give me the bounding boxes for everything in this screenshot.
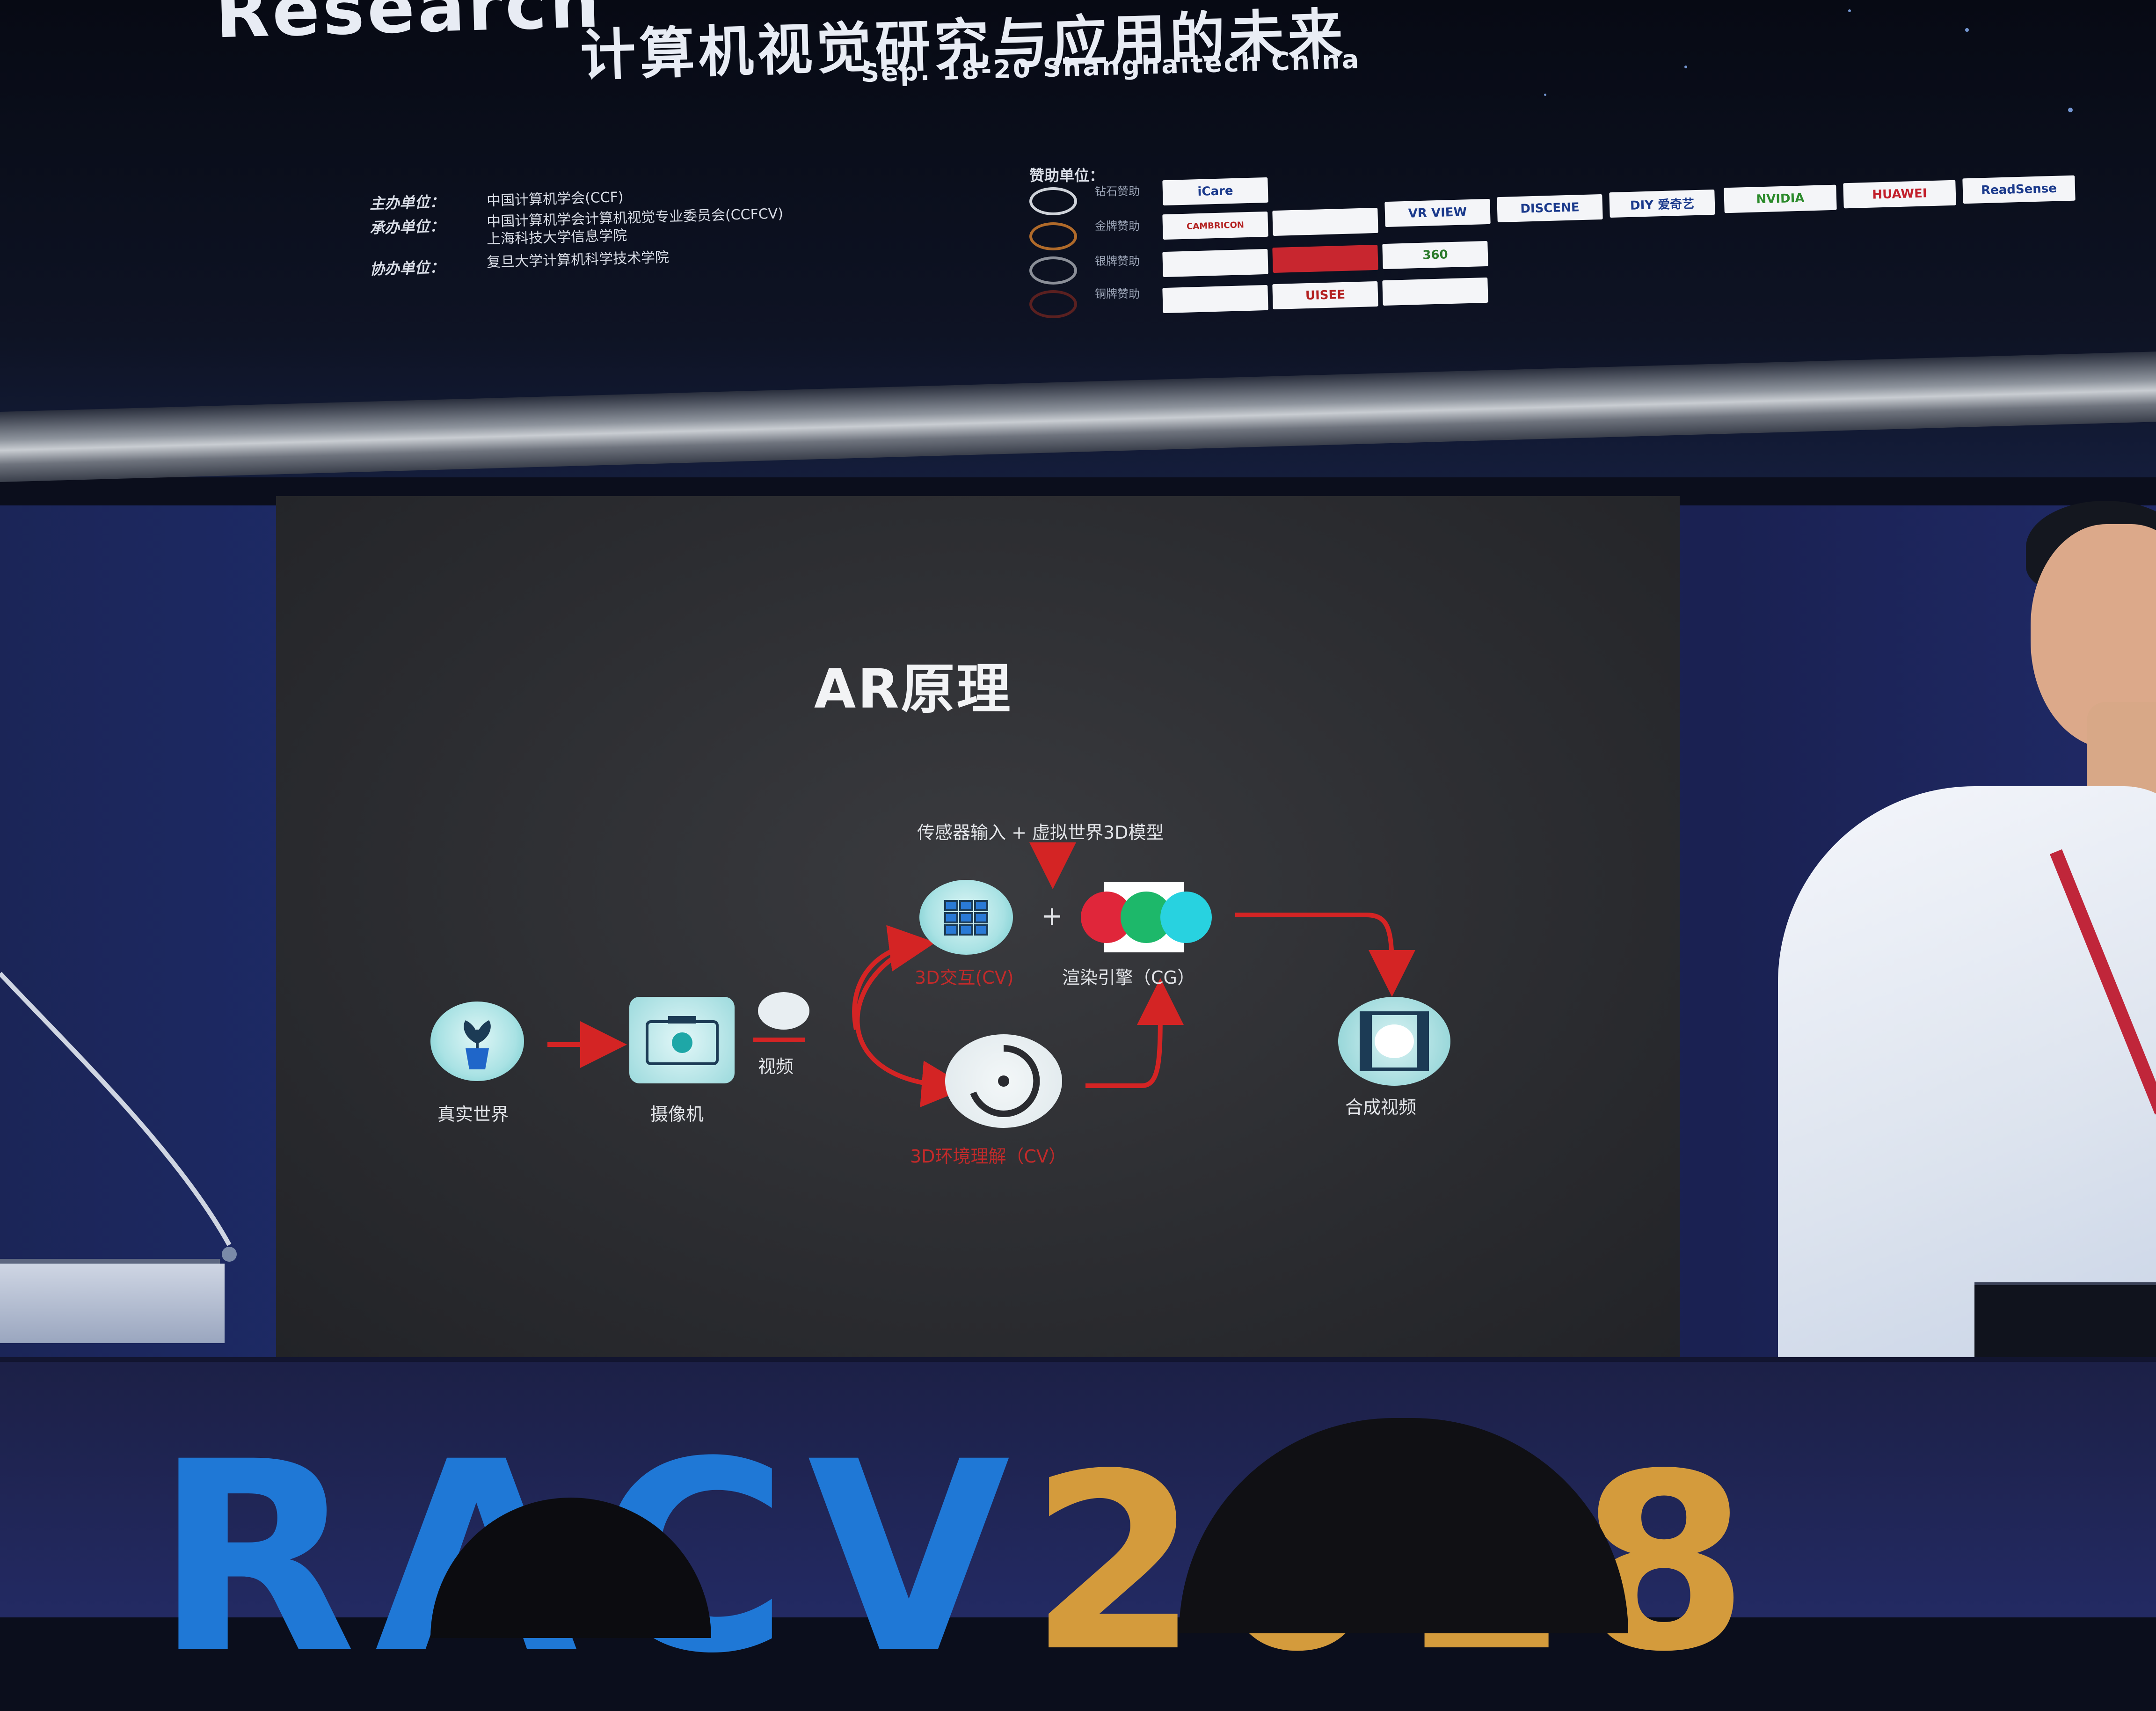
bottom-banner-edge (0, 1357, 2156, 1362)
render-engine-label: 渲染引擎（CG） (1062, 967, 1195, 988)
arrow-render-to-composite (1235, 913, 1415, 997)
film-composite-icon (1338, 997, 1450, 1086)
real-world-label: 真实世界 (437, 1104, 509, 1125)
grid-interaction-icon (919, 880, 1013, 955)
camera-label: 摄像机 (650, 1104, 704, 1125)
render-engine-icon (1076, 880, 1216, 955)
microphone-stand (0, 972, 237, 1262)
plant-icon (430, 1002, 524, 1081)
sensor-input-label: 传感器输入 + 虚拟世界3D模型 (917, 822, 1164, 843)
arrow-environment-to-render (1085, 978, 1184, 1088)
plus-sign: + (1041, 901, 1063, 931)
interaction-label: 3D交互(CV) (915, 967, 1014, 988)
composite-video-label: 合成视频 (1345, 1097, 1417, 1118)
disc-environment-icon (945, 1034, 1062, 1128)
arrow-split-interaction (852, 925, 936, 1030)
camera-icon (629, 997, 735, 1083)
video-icon (758, 992, 809, 1030)
environment-label: 3D环境理解（CV） (910, 1146, 1066, 1167)
video-label: 视频 (758, 1056, 794, 1077)
